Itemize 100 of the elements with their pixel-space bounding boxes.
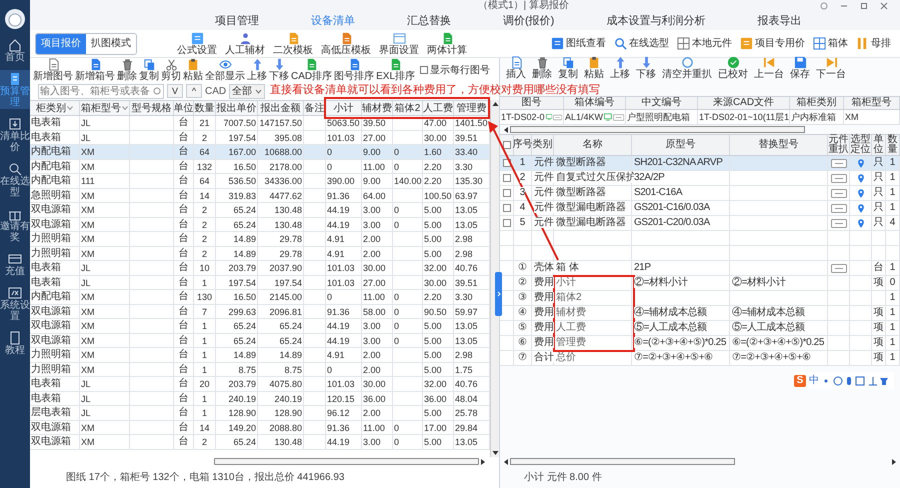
toolbar-button[interactable]: 图纸查看 [551,36,606,51]
toolbar-button[interactable]: 二次模板 [273,32,313,56]
column-header[interactable]: 箱柜型号 [844,97,900,109]
mode-tab[interactable]: 项目报价 [36,34,86,54]
column-header[interactable]: 替换型号 [730,135,828,155]
scroll-right-icon[interactable] [890,458,898,466]
avatar-icon[interactable] [4,8,26,30]
table-row[interactable]: 5 元件 微型漏电断路器 GS201-C20/0.03A 只 4 [500,216,900,231]
menu-tab[interactable]: 汇总替换 [407,12,451,30]
toolbar-button[interactable]: 在线选型 [614,36,669,51]
table-row[interactable]: 电表箱 JL 台 20 203.79 4075.80 101.03 30.00 32.00 40.76 [30,377,490,392]
filter-caret-icon[interactable] [122,106,128,110]
toolbar-button[interactable]: 全部显示 [205,58,245,82]
toolbar-button[interactable]: 复制 [558,56,578,80]
toolbar-button[interactable]: 删除 [532,56,552,80]
table-row[interactable]: ② 费用 小计 ②=材料小计 ②=材料小计 项 0 [500,276,900,291]
table-row[interactable]: 内配电箱 111 台 64 536.50 34336.00 390.00 9.00 140.00 2.20 135.30 [30,174,490,188]
table-row[interactable]: 双电源箱 XM 台 14 149.20 2088.80 91.36 11.00 0 17.00 29.84 [30,420,490,435]
column-header[interactable]: 数量 [886,135,900,155]
sidebar-item[interactable]: 清单比价 [0,115,30,154]
column-header[interactable]: 图号 [500,97,564,109]
table-row[interactable]: 3 元件 微型断路器 S201-C16A 只 1 [500,186,900,201]
toolbar-button[interactable]: 上移 [610,56,630,80]
menu-tab[interactable]: 项目管理 [215,12,259,30]
table-row[interactable]: 电表箱 JL 台 1 240.19 240.19 120.15 36.00 36.00 48.04 [30,392,490,406]
toolbar-button[interactable]: 公式设置 [177,32,217,56]
horizontal-scrollbar[interactable] [510,458,735,465]
column-header[interactable]: 单位 [872,135,886,155]
table-row[interactable]: 双电源箱 XM 台 2 65.24 130.48 44.19 3.00 0 5.00 13.05 [30,218,490,232]
column-header[interactable]: 型号规格 [130,101,174,115]
toolbar-button[interactable]: 下移 [269,58,289,82]
horizontal-scrollbar[interactable] [510,126,805,133]
toolbar-button[interactable]: 高低压模板 [321,32,371,56]
table-row[interactable]: 内配电箱 XM 台 64 167.00 10688.00 0 9.00 0 1.60 33.40 [30,145,490,160]
checkbox[interactable] [502,189,510,197]
toolbar-button[interactable]: 下一台 [816,56,846,80]
toolbar-button[interactable]: 保存 [790,56,810,80]
menu-tab[interactable]: 调价(报价) [503,12,554,30]
collapse-handle[interactable] [495,272,502,316]
toolbar-button[interactable]: 新增图号 [33,58,73,82]
checkbox[interactable] [502,219,510,227]
table-row[interactable]: 电表箱 JL 台 10 203.79 2037.90 101.03 30.00 32.00 40.76 [30,261,490,276]
toolbar-button[interactable]: 复制 [139,58,159,82]
column-header[interactable]: 箱柜类别 [790,97,844,109]
toolbar-button[interactable]: 人工辅材 [225,32,265,56]
maximize-icon[interactable] [860,2,868,10]
table-row[interactable]: 内配电箱 XM 台 130 16.50 2145.00 0 11.00 0 2.20 3.30 [30,290,490,304]
table-row[interactable]: ③ 费用 箱体2 1 [500,291,900,306]
vertical-scrollbar[interactable] [490,100,499,457]
column-header[interactable]: 箱体2 [393,101,423,115]
table-row[interactable]: ① 壳体 箱 体 21P 台 1 [500,261,900,276]
column-header[interactable]: 数量 [194,101,216,115]
close-icon[interactable] [880,2,888,10]
toolbar-button[interactable]: 两体计算 [427,32,467,56]
toolbar-button[interactable]: 上移 [247,58,267,82]
column-header[interactable]: 箱柜型号 [80,101,130,115]
sidebar-item[interactable]: 教程 [0,329,30,357]
sidebar-item[interactable]: 邀请有奖 [0,205,30,244]
toolbar-button[interactable]: 箱体 [813,36,848,51]
menu-tab[interactable]: 设备清单 [311,12,355,30]
table-row[interactable]: 电表箱 JL 台 1 197.54 197.54 101.03 27.00 30.00 39.51 [30,276,490,290]
toolbar-button[interactable]: 上一台 [754,56,784,80]
table-row[interactable]: 电表箱 JL 台 21 7007.50 147157.50 5063.50 39.50 47.00 1401.50 [30,116,490,130]
toolbar-button[interactable]: 母排 [856,36,891,51]
table-row[interactable]: 1 元件 微型断路器 SH201-C32NA ARVP 只 1 [500,156,900,171]
table-row[interactable]: 内配电箱 XM 台 132 16.50 2178.00 0 11.00 0 2.20 3.30 [30,160,490,174]
checkbox[interactable]: 显示每行图号 [420,62,490,78]
checkbox[interactable] [502,204,510,212]
toolbar-button[interactable]: CAD排序 [291,58,332,82]
toolbar-button[interactable]: 剪切 [161,58,181,82]
column-header[interactable]: 元件重扒 [828,135,850,155]
table-row[interactable]: 4 元件 微型漏电断路器 GS201-C16/0.03A 只 1 [500,201,900,216]
sidebar-item[interactable]: 首页 [0,36,30,64]
toolbar-button[interactable]: 粘贴 [584,56,604,80]
table-row[interactable]: 双电源箱 XM 台 1 65.24 65.24 44.19 3.00 0 5.00 13.05 [30,319,490,334]
table-row[interactable]: 电表箱 JL 台 2 197.54 395.08 101.03 27.00 30.00 39.51 [30,130,490,145]
toolbar-button[interactable]: 删除 [117,58,137,82]
menu-tab[interactable]: 报表导出 [757,12,802,30]
table-row[interactable]: ④ 费用 辅材费 ④=辅材成本总额 ④=辅材成本总额 项 1 [500,306,900,321]
toolbar-button[interactable]: 粘贴 [183,58,203,82]
column-header[interactable]: 名称 [554,135,632,155]
table-row[interactable]: 力照明箱 XM 台 2 14.89 29.78 4.91 2.00 5.00 2.98 [30,232,490,246]
column-header[interactable]: 箱体编号 [564,97,626,109]
column-header[interactable]: 备注 [304,101,326,115]
column-header[interactable]: 报出金额 [258,101,304,115]
table-row[interactable]: 层电表箱 JL 台 1 128.90 128.90 96.12 2.00 5.00 25.78 [30,406,490,420]
scroll-right-icon[interactable] [479,458,487,466]
toolbar-button[interactable]: 插入 [506,56,526,80]
checkbox[interactable] [502,141,510,149]
column-header[interactable]: 人工费 [423,101,454,115]
filter-caret-icon[interactable] [67,106,73,110]
toolbar-button[interactable]: 项目专用价 [740,36,805,51]
column-header[interactable]: 辅材费 [362,101,393,115]
toolbar-button[interactable]: 已校对 [718,56,748,80]
clear-icon[interactable] [153,87,161,95]
ime-mode[interactable]: 中 [809,373,819,388]
scroll-up-icon[interactable] [492,101,498,107]
column-header[interactable]: 原型号 [632,135,730,155]
sidebar-item[interactable]: 在线选型 [0,160,30,199]
menu-tab[interactable]: 成本设置与利润分析 [606,12,706,30]
